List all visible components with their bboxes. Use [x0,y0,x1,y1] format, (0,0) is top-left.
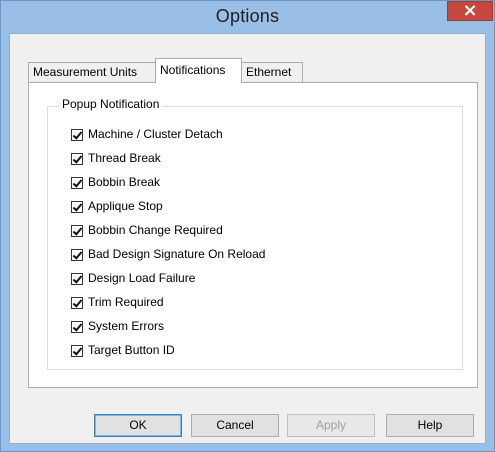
checkbox-label: Applique Stop [88,199,163,213]
ok-button[interactable]: OK [94,414,182,437]
checkbox[interactable] [71,225,83,237]
tab-notifications[interactable]: Notifications [155,58,242,83]
checkbox[interactable] [71,345,83,357]
checkbox[interactable] [71,177,83,189]
checkbox-label: Thread Break [88,151,161,165]
checkbox-label: Bobbin Break [88,175,161,189]
help-button[interactable]: Help [386,414,474,437]
checkbox-label: Target Button ID [88,343,175,357]
tab-measurement-units[interactable]: Measurement Units [28,62,156,82]
window-title: Options [215,6,280,26]
close-button[interactable]: × [447,0,493,21]
title-bar[interactable]: Options × [1,0,494,35]
checkbox-label: System Errors [88,319,165,333]
cancel-button[interactable]: Cancel [191,414,279,437]
group-label: Popup Notification [59,97,163,111]
checkbox-label: Machine / Cluster Detach [88,127,223,141]
checkbox-label: Bobbin Change Required [88,223,223,237]
checkbox-label: Design Load Failure [88,271,196,285]
checkbox[interactable] [71,249,83,261]
checkbox-label: Trim Required [88,295,164,309]
checkbox[interactable] [71,153,83,165]
tab-ethernet[interactable]: Ethernet [241,62,303,82]
close-icon: × [462,0,478,21]
checkbox[interactable] [71,321,83,333]
checkbox-label: Bad Design Signature On Reload [88,247,266,261]
checkbox[interactable] [71,129,83,141]
checkbox[interactable] [71,273,83,285]
apply-button[interactable]: Apply [287,414,375,437]
tab-strip: Measurement Units Notifications Ethernet [20,58,480,83]
checkbox[interactable] [71,201,83,213]
checkbox[interactable] [71,297,83,309]
